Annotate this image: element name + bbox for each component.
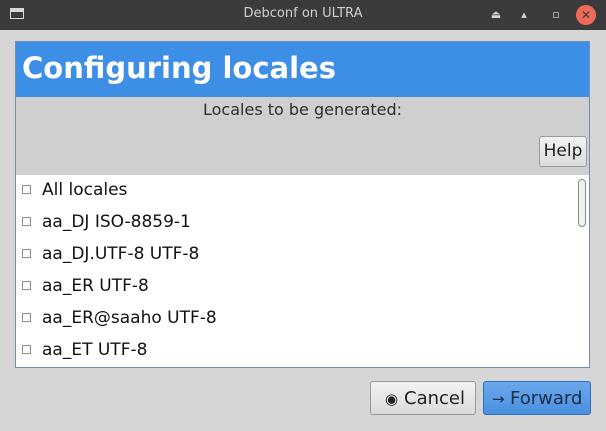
locale-list[interactable]: All locales aa_DJ ISO-8859-1 aa_DJ.UTF-8… (16, 175, 589, 367)
cancel-icon: ◉ (385, 390, 399, 408)
locale-label: All locales (42, 180, 128, 200)
cancel-label: Cancel (404, 388, 465, 409)
locale-label: aa_DJ ISO-8859-1 (42, 212, 191, 232)
locale-label: aa_ER UTF-8 (42, 276, 149, 296)
locale-checkbox[interactable] (22, 185, 31, 194)
locale-checkbox[interactable] (22, 345, 31, 354)
window-titlebar[interactable]: Debconf on ULTRA ⏏ ▴ ▫ ✕ (0, 0, 606, 30)
locale-checkbox[interactable] (22, 313, 31, 322)
list-item[interactable]: aa_DJ ISO-8859-1 (16, 207, 576, 239)
restore-icon[interactable]: ▫ (546, 5, 566, 25)
locale-label: aa_DJ.UTF-8 UTF-8 (42, 244, 200, 264)
shade-icon[interactable]: ⏏ (486, 5, 506, 25)
debconf-dialog: Configuring locales Locales to be genera… (15, 41, 590, 368)
forward-arrow-icon: → (492, 390, 505, 408)
list-item[interactable]: aa_DJ.UTF-8 UTF-8 (16, 239, 576, 271)
forward-label: Forward (510, 388, 583, 409)
help-button[interactable]: Help (539, 136, 587, 167)
locale-label: aa_ER@saaho UTF-8 (42, 308, 217, 328)
minimize-icon[interactable]: ▴ (514, 5, 534, 25)
forward-button[interactable]: → Forward (483, 381, 591, 415)
locale-checkbox[interactable] (22, 249, 31, 258)
list-item[interactable]: All locales (16, 175, 576, 207)
locale-checkbox[interactable] (22, 281, 31, 290)
cancel-button[interactable]: ◉ Cancel (370, 381, 476, 415)
list-item[interactable]: aa_ER UTF-8 (16, 271, 576, 303)
locale-checkbox[interactable] (22, 217, 31, 226)
locale-label: aa_ET UTF-8 (42, 340, 148, 360)
close-icon[interactable]: ✕ (576, 5, 596, 25)
list-item[interactable]: aa_ET UTF-8 (16, 335, 576, 367)
list-item[interactable]: aa_ER@saaho UTF-8 (16, 303, 576, 335)
list-scrollbar[interactable] (578, 179, 586, 227)
page-title: Configuring locales (22, 51, 336, 85)
header-band: Configuring locales (16, 42, 589, 97)
list-prompt: Locales to be generated: (203, 100, 402, 119)
